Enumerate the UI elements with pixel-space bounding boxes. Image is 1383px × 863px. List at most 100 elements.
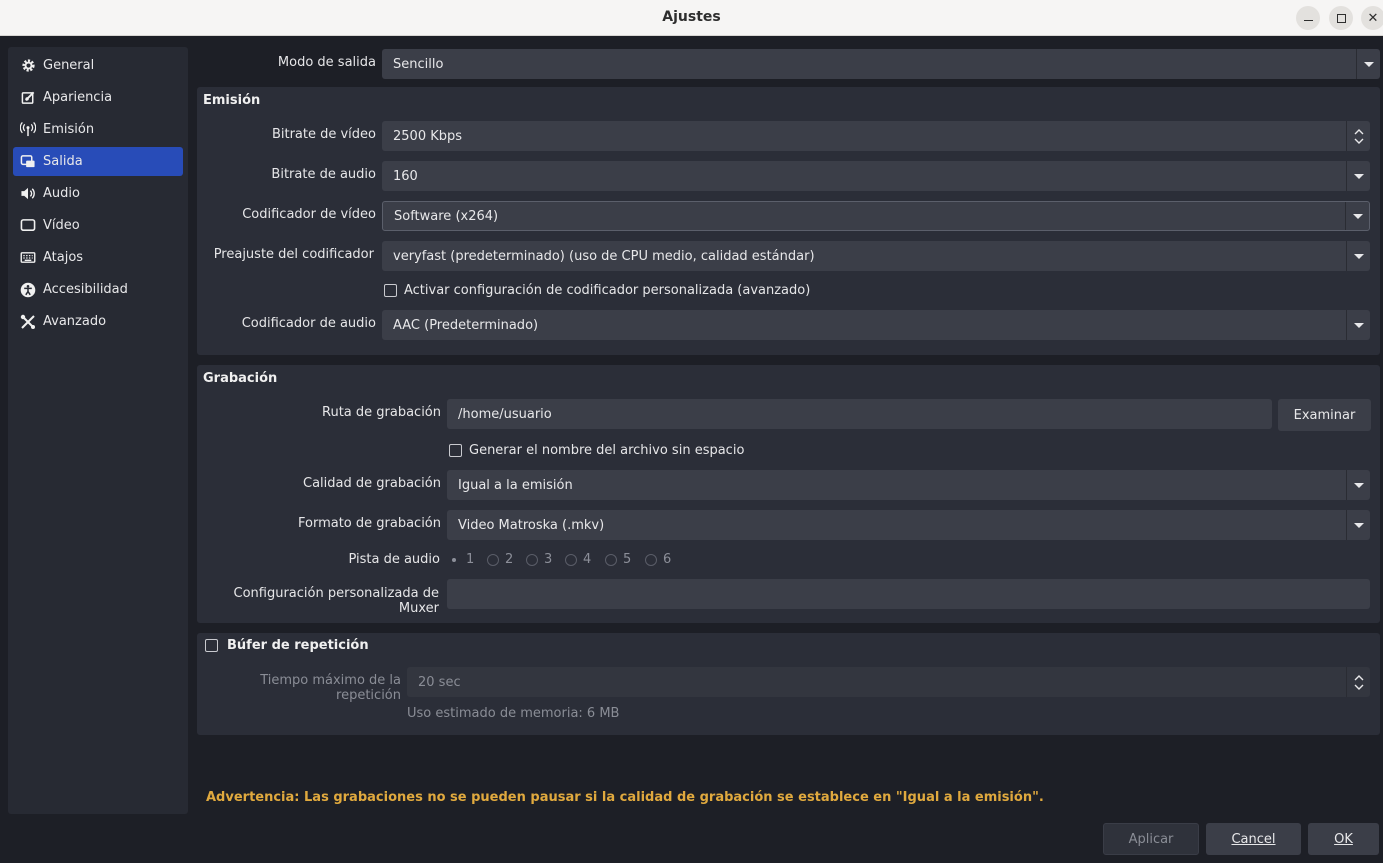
spin-arrows[interactable] [1346, 121, 1370, 151]
recording-path-input[interactable]: /home/usuario [447, 399, 1272, 429]
recording-path-label: Ruta de grabación [322, 405, 441, 420]
audio-track-label-1: 1 [466, 552, 475, 567]
ok-button[interactable]: OK [1308, 823, 1379, 855]
replay-max-time-value: 20 sec [418, 674, 461, 690]
sidebar-item-hotkeys[interactable]: Atajos [13, 243, 183, 272]
sidebar-item-label: Vídeo [43, 218, 80, 233]
maximize-icon [1336, 13, 1346, 23]
accessibility-icon [20, 282, 36, 298]
tools-icon [20, 314, 36, 330]
audio-track-label-3: 3 [544, 552, 553, 567]
sidebar-item-label: Avanzado [43, 314, 107, 329]
audio-encoder-select[interactable]: AAC (Predeterminado) [382, 310, 1370, 340]
sidebar-item-label: Apariencia [43, 90, 113, 105]
encoder-preset-value: veryfast (predeterminado) (uso de CPU me… [393, 248, 815, 264]
settings-sidebar: General Apariencia Emisión Salida Audio … [8, 47, 188, 814]
sidebar-item-video[interactable]: Vídeo [13, 211, 183, 240]
recording-format-select[interactable]: Video Matroska (.mkv) [447, 510, 1370, 540]
output-mode-label: Modo de salida [277, 55, 376, 70]
custom-encoder-checkbox[interactable] [384, 284, 397, 297]
video-encoder-label: Codificador de vídeo [242, 207, 376, 222]
sidebar-item-appearance[interactable]: Apariencia [13, 83, 183, 112]
replay-buffer-title: Búfer de repetición [227, 638, 369, 653]
recording-format-value: Video Matroska (.mkv) [458, 517, 605, 533]
title-bar: Ajustes ✕ [0, 0, 1383, 36]
audio-track-label-2: 2 [505, 552, 514, 567]
monitor-icon [20, 218, 36, 234]
replay-memory-estimate: Uso estimado de memoria: 6 MB [407, 706, 620, 721]
audio-encoder-value: AAC (Predeterminado) [393, 317, 539, 333]
speaker-icon [20, 186, 36, 202]
keyboard-icon [20, 250, 36, 266]
minimize-button[interactable] [1296, 6, 1320, 30]
sidebar-item-label: Atajos [43, 250, 84, 265]
recording-quality-label: Calidad de grabación [303, 476, 441, 491]
muxer-settings-label: Configuración personalizada de Muxer [233, 586, 440, 616]
audio-track-label-5: 5 [623, 552, 632, 567]
close-button[interactable]: ✕ [1361, 6, 1383, 30]
sidebar-item-label: Accesibilidad [43, 282, 128, 297]
encoder-preset-select[interactable]: veryfast (predeterminado) (uso de CPU me… [382, 241, 1370, 271]
sidebar-item-stream[interactable]: Emisión [13, 115, 183, 144]
maximize-button[interactable] [1329, 6, 1353, 30]
replay-max-time-label: Tiempo máximo de la repetición [260, 673, 401, 703]
appearance-icon [20, 90, 36, 106]
audio-track-radio-2[interactable] [487, 554, 499, 566]
audio-bitrate-select[interactable]: 160 [382, 161, 1370, 191]
broadcast-icon [20, 122, 36, 138]
audio-track-label: Pista de audio [348, 552, 440, 567]
streaming-group-title: Emisión [203, 93, 261, 108]
sidebar-item-general[interactable]: General [13, 51, 183, 80]
browse-button[interactable]: Examinar [1278, 399, 1371, 431]
sidebar-item-label: Audio [43, 186, 80, 201]
output-mode-value: Sencillo [393, 56, 444, 72]
muxer-settings-input[interactable] [447, 579, 1370, 609]
recording-quality-select[interactable]: Igual a la emisión [447, 470, 1370, 500]
minimize-icon [1303, 19, 1313, 22]
apply-button[interactable]: Aplicar [1103, 823, 1199, 855]
video-bitrate-value: 2500 Kbps [393, 128, 463, 144]
output-mode-select[interactable]: Sencillo [382, 49, 1380, 79]
chevron-down-icon [1346, 510, 1370, 540]
audio-track-radio-5[interactable] [605, 554, 617, 566]
sidebar-item-audio[interactable]: Audio [13, 179, 183, 208]
audio-bitrate-label: Bitrate de audio [271, 167, 376, 182]
video-bitrate-label: Bitrate de vídeo [271, 127, 376, 142]
recording-path-value: /home/usuario [458, 406, 552, 422]
audio-bitrate-value: 160 [393, 168, 418, 184]
sidebar-item-label: Salida [43, 154, 83, 169]
audio-track-radio-1[interactable] [448, 554, 460, 566]
audio-track-radio-4[interactable] [565, 554, 577, 566]
audio-track-label-4: 4 [583, 552, 592, 567]
sidebar-item-advanced[interactable]: Avanzado [13, 307, 183, 336]
replay-buffer-checkbox[interactable] [205, 639, 218, 652]
replay-max-time-spinbox[interactable]: 20 sec [407, 667, 1370, 697]
encoder-preset-label: Preajuste del codificador [213, 247, 374, 262]
close-icon: ✕ [1367, 10, 1379, 26]
output-icon [20, 154, 36, 170]
audio-track-label-6: 6 [663, 552, 672, 567]
sidebar-item-label: General [43, 58, 95, 73]
window-title: Ajustes [662, 9, 721, 25]
chevron-down-icon [1346, 310, 1370, 340]
sidebar-item-accessibility[interactable]: Accesibilidad [13, 275, 183, 304]
custom-encoder-label: Activar configuración de codificador per… [404, 283, 811, 298]
chevron-down-icon [1354, 138, 1363, 144]
chevron-down-icon [1354, 684, 1363, 690]
video-encoder-select[interactable]: Software (x264) [382, 201, 1370, 231]
chevron-down-icon [1346, 161, 1370, 191]
audio-track-radio-6[interactable] [645, 554, 657, 566]
video-encoder-value: Software (x264) [394, 208, 499, 224]
no-space-filename-checkbox[interactable] [449, 444, 462, 457]
cancel-button[interactable]: Cancel [1206, 823, 1301, 855]
chevron-up-icon [1354, 674, 1363, 680]
spin-arrows[interactable] [1346, 667, 1370, 697]
no-space-filename-label: Generar el nombre del archivo sin espaci… [469, 443, 745, 458]
video-bitrate-spinbox[interactable]: 2500 Kbps [382, 121, 1370, 151]
recording-group-title: Grabación [203, 371, 278, 386]
sidebar-item-output[interactable]: Salida [13, 147, 183, 176]
audio-track-radio-3[interactable] [526, 554, 538, 566]
chevron-down-icon [1356, 49, 1380, 79]
warning-message: Advertencia: Las grabaciones no se puede… [206, 790, 1044, 805]
recording-quality-value: Igual a la emisión [458, 477, 573, 493]
